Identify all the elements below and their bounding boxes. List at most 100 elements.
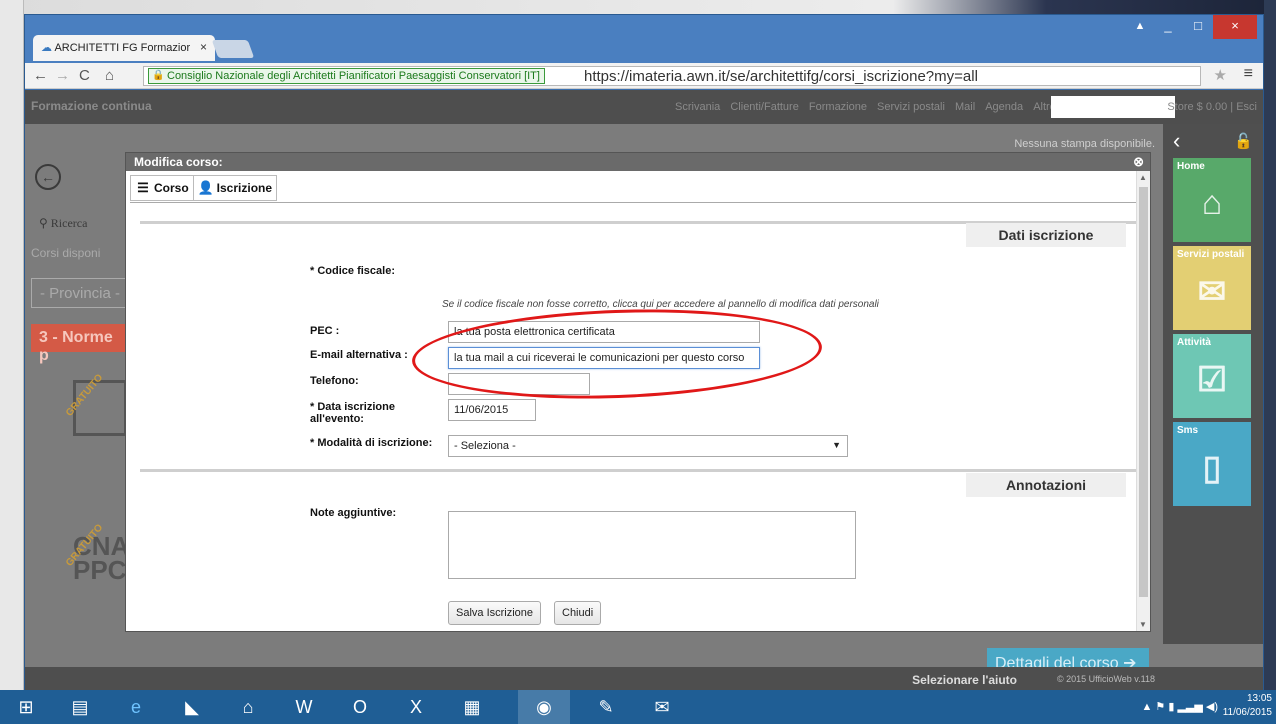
pec-field[interactable]: la tua posta elettronica certificata [448,321,760,343]
section-annotazioni: Annotazioni [966,473,1126,497]
close-window-button[interactable]: × [1213,15,1257,39]
dropdown-arrow-icon: ▼ [832,440,841,450]
user-account-box[interactable] [1051,96,1175,118]
tab-divider [130,202,1142,203]
certificate-badge[interactable]: 🔒 Consiglio Nazionale degli Architetti P… [148,68,545,84]
modalita-selected: - Seleziona - [454,440,516,452]
reload-icon[interactable]: C [79,67,90,84]
copyright-text: © 2015 UfficioWeb v.118 [1056,674,1155,684]
chevron-left-icon[interactable]: ‹ [1173,128,1180,154]
maximize-button[interactable]: □ [1183,15,1213,39]
codice-fiscale-label: * Codice fiscale: [310,265,395,277]
app-footer: Selezionare l'aiuto © 2015 UfficioWeb v.… [25,667,1263,691]
search-icon: ⚲ [39,216,51,230]
data-iscrizione-field[interactable]: 11/06/2015 [448,399,536,421]
section-divider-2 [140,469,1136,472]
user-add-icon: 👤 [197,180,214,195]
nav-item-formazione[interactable]: Formazione [809,101,867,113]
certificate-owner: Consiglio Nazionale degli Architetti Pia… [167,70,540,82]
app-logo[interactable]: Formazione continua [31,99,152,113]
email-field[interactable]: la tua mail a cui riceverai le comunicaz… [448,347,760,369]
url-text[interactable]: https://imateria.awn.it/se/architettifg/… [584,68,978,85]
file-explorer-icon[interactable]: ▤ [54,690,106,724]
lock-icon: 🔒 [152,70,165,81]
minimize-button[interactable]: _ [1153,15,1183,39]
home-tile-icon: ⌂ [1201,184,1223,222]
nav-item-servizi[interactable]: Servizi postali [877,101,945,113]
chrome-icon[interactable]: ◉ [518,690,570,724]
address-bar[interactable]: 🔒 Consiglio Nazionale degli Architetti P… [143,66,1201,86]
nav-item-agenda[interactable]: Agenda [985,101,1023,113]
dialog-scrollbar[interactable]: ▲ ▼ [1136,171,1150,631]
dialog-close-icon[interactable]: ⊗ [1133,154,1144,170]
dialog-tabs: ☰ Corso 👤 Iscrizione [130,175,278,201]
new-tab-button[interactable] [211,40,255,58]
search-link[interactable]: ⚲ Ricerca [39,216,87,231]
nav-item-scrivania[interactable]: Scrivania [675,101,720,113]
tab-corso[interactable]: ☰ Corso [130,175,194,201]
home-icon[interactable]: ⌂ [105,67,114,84]
notes-icon[interactable]: ✎ [580,690,632,724]
tab-iscrizione-label: Iscrizione [216,181,273,195]
data-label-line2: all'evento: [310,413,364,425]
user-icon[interactable]: ▲ [1129,15,1151,39]
tile-servizi-postali[interactable]: Servizi postali ✉ [1173,246,1251,330]
unlock-icon[interactable]: 🔓 [1234,132,1253,150]
start-button-icon[interactable]: ⊞ [0,690,52,724]
clock[interactable]: 13:05 11/06/2015 [1223,692,1272,720]
save-registration-button[interactable]: Salva Iscrizione [448,601,542,625]
tasks-icon: ☑ [1196,361,1228,399]
close-button[interactable]: Chiudi [554,601,602,625]
scroll-thumb[interactable] [1139,187,1148,597]
favicon-icon: ☁ [41,42,52,54]
back-arrow-icon[interactable]: ← [33,67,48,84]
menu-icon[interactable]: ≡ [1244,65,1253,83]
tab-strip: ☁ ARCHITETTI FG Formazior × ▲ _ □ × [25,15,1263,63]
province-select[interactable]: - Provincia - [31,278,131,308]
back-circle-icon[interactable]: ← [35,164,61,190]
store-balance[interactable]: Store $ 0.00 | Esci [1167,101,1257,113]
app-grid-icon[interactable]: ▦ [446,690,498,724]
tab-iscrizione[interactable]: 👤 Iscrizione [192,175,278,201]
tile-attivita[interactable]: Attività ☑ [1173,334,1251,418]
browser-tab[interactable]: ☁ ARCHITETTI FG Formazior × [33,35,215,61]
note-textarea[interactable] [448,511,856,579]
available-courses-label[interactable]: Corsi disponi [31,246,100,260]
top-navigation: Scrivania Clienti/Fatture Formazione Ser… [668,101,1065,113]
app-icon[interactable]: ◣ [166,690,218,724]
app-header: Formazione continua Scrivania Clienti/Fa… [25,90,1263,124]
scroll-down-icon[interactable]: ▼ [1139,620,1147,629]
word-icon[interactable]: W [278,690,330,724]
telefono-field[interactable] [448,373,590,395]
outlook-icon[interactable]: O [334,690,386,724]
nav-item-clienti[interactable]: Clienti/Fatture [730,101,798,113]
pec-label: PEC : [310,325,340,337]
tab-close-icon[interactable]: × [200,40,207,54]
mail-app-icon[interactable]: ✉ [636,690,688,724]
internet-explorer-icon[interactable]: e [110,690,162,724]
modalita-label: * Modalità di iscrizione: [310,437,433,449]
excel-icon[interactable]: X [390,690,442,724]
tile-sms[interactable]: Sms ▯ [1173,422,1251,506]
bookmark-star-icon[interactable]: ★ [1214,66,1227,84]
modalita-select[interactable]: - Seleziona - ▼ [448,435,848,457]
forward-arrow-icon[interactable]: → [55,67,70,84]
search-label: Ricerca [50,216,88,230]
system-tray[interactable]: ▲ ⚑ ▮ ▂▃▅ ◀) [1141,700,1218,713]
nav-item-mail[interactable]: Mail [955,101,975,113]
help-selector[interactable]: Selezionare l'aiuto [912,673,1017,687]
course-category-header[interactable]: 3 - Norme p [31,324,131,364]
tile-attivita-label: Attività [1177,337,1211,348]
edit-course-dialog: Modifica corso: ⊗ ☰ Corso 👤 Iscrizione Dati… [125,152,1151,632]
clock-time: 13:05 [1246,693,1272,704]
scroll-up-icon[interactable]: ▲ [1139,173,1147,182]
desktop-right-edge [1264,0,1276,690]
codice-fiscale-hint-link[interactable]: Se il codice fiscale non fosse corretto,… [442,299,879,310]
tile-sms-label: Sms [1177,425,1199,436]
tile-home[interactable]: Home ⌂ [1173,158,1251,242]
dialog-header: Modifica corso: ⊗ [126,153,1150,171]
home-app-icon[interactable]: ⌂ [222,690,274,724]
tab-title: ARCHITETTI FG Formazior [54,42,191,54]
note-label: Note aggiuntive: [310,507,397,519]
section-dati-iscrizione: Dati iscrizione [966,223,1126,247]
